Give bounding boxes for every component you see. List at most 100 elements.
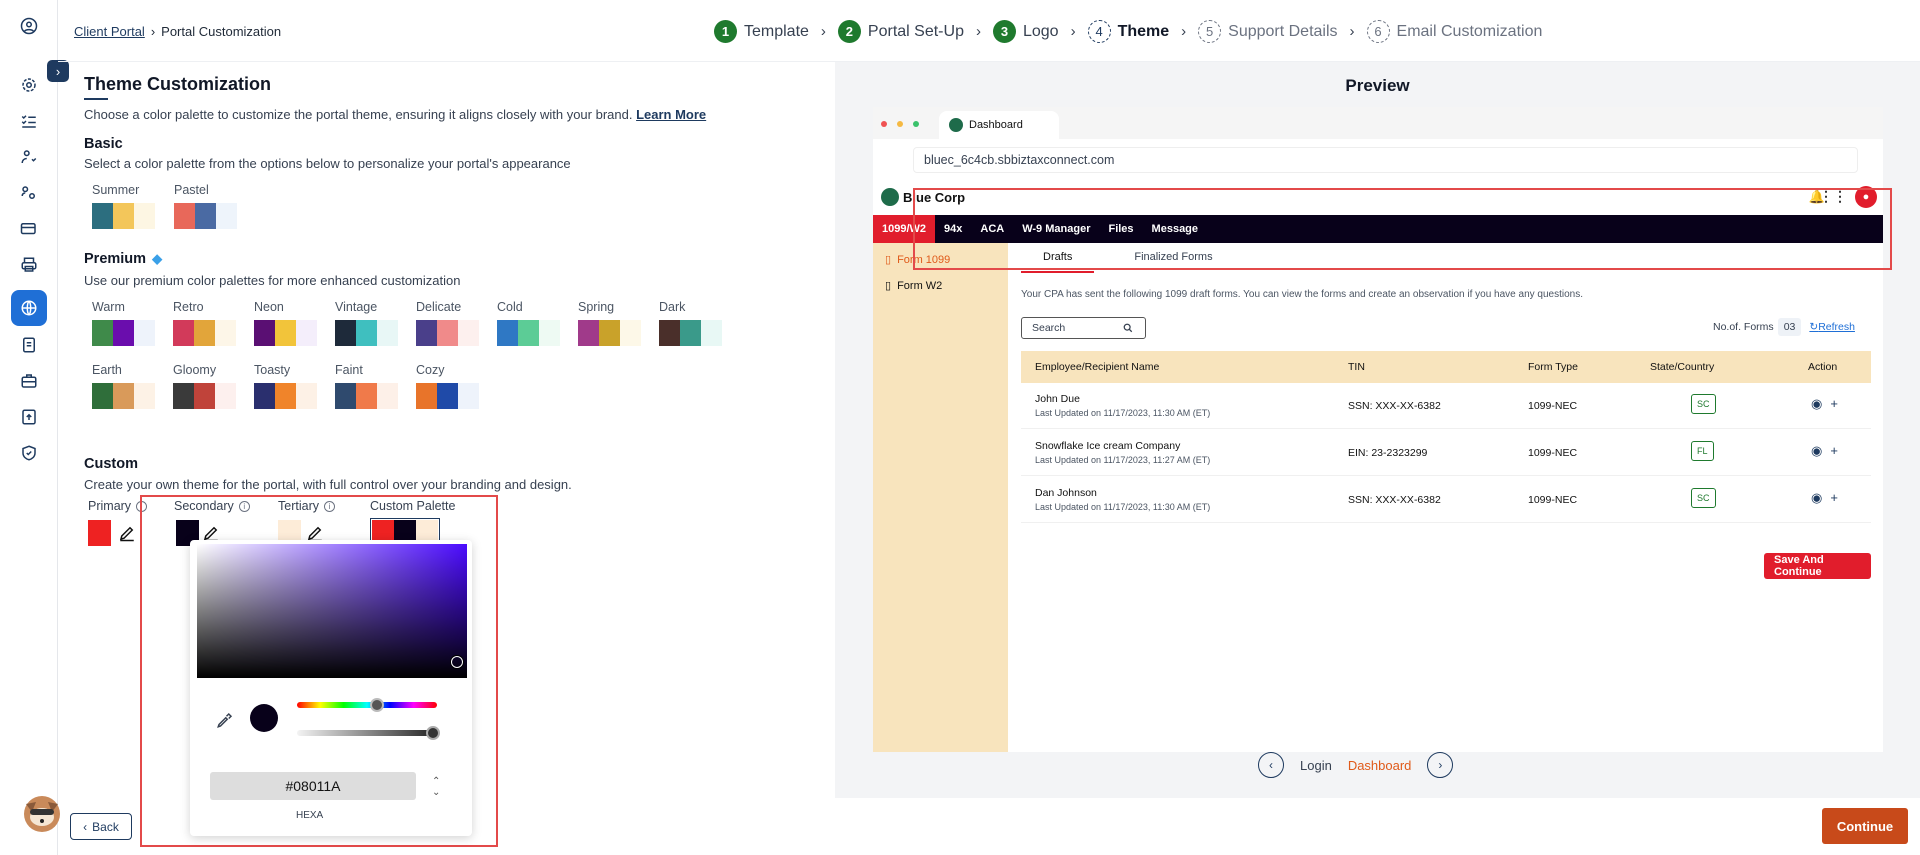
hue-slider[interactable] [297,702,437,708]
primary-label: Primary i [88,499,148,513]
file-icon: ▯ [885,254,892,266]
format-toggle-icon[interactable]: ⌃ ⌄ [432,776,440,798]
breadcrumb-client-portal[interactable]: Client Portal [74,24,145,39]
custom-title: Custom [84,456,138,472]
form-sidebar: ▯ Form 1099 ▯ Form W2 [873,243,1008,752]
step-number: 1 [714,20,737,43]
tin-cell: SSN: XXX-XX-6382 [1348,494,1441,506]
page-login[interactable]: Login [1300,758,1332,773]
palette-name: Cold [497,300,523,314]
eye-icon[interactable]: ◉ [1811,396,1822,412]
palette-retro[interactable]: Retro [173,300,236,346]
palette-swatches [416,320,479,346]
globe-icon[interactable] [11,290,47,326]
chevron-right-icon: › [1070,23,1076,40]
back-button[interactable]: ‹ Back [70,813,132,840]
checklist-icon[interactable] [17,109,41,133]
search-icon [1123,323,1133,333]
user-settings-icon[interactable] [17,145,41,169]
palette-earth[interactable]: Earth [92,363,155,409]
palette-vintage[interactable]: Vintage [335,300,398,346]
palette-spring[interactable]: Spring [578,300,641,346]
search-input[interactable]: Search [1021,317,1146,339]
palette-name: Summer [92,183,140,197]
step-5[interactable]: 5 Support Details [1198,20,1338,43]
palette-faint[interactable]: Faint [335,363,398,409]
preview-desc: Your CPA has sent the following 1099 dra… [1021,289,1584,300]
page-dashboard[interactable]: Dashboard [1348,758,1412,773]
saturation-handle[interactable] [451,656,463,668]
gear-icon[interactable] [17,73,41,97]
card-settings-icon[interactable] [17,217,41,241]
palette-swatches [174,203,237,229]
printer-icon[interactable] [17,253,41,277]
palette-summer[interactable]: Summer [92,183,155,229]
plus-icon[interactable]: + [1830,490,1838,506]
prev-page-button[interactable]: ‹ [1258,752,1284,778]
side-item-form-w2[interactable]: ▯ Form W2 [885,279,942,293]
color-picker[interactable]: #08011A ⌃ ⌄ HEXA [190,540,472,836]
step-2[interactable]: 2 Portal Set-Up [837,20,964,43]
continue-button[interactable]: Continue [1822,808,1908,844]
close-dot [881,121,887,127]
mascot-avatar[interactable] [20,790,64,834]
tab-strip: Dashboard [873,107,1883,139]
learn-more-link[interactable]: Learn More [636,107,706,122]
save-continue-button[interactable]: Save And Continue [1764,553,1871,579]
step-6[interactable]: 6 Email Customization [1366,20,1543,43]
alpha-slider[interactable] [297,730,437,736]
palette-cold[interactable]: Cold [497,300,560,346]
step-label: Logo [1022,22,1059,40]
palette-pastel[interactable]: Pastel [174,183,237,229]
form-type-cell: 1099-NEC [1528,447,1578,459]
premium-palettes: Warm Retro Neon Vintage Delicate Cold Spring Da… [84,300,824,420]
shield-check-icon[interactable] [17,441,41,465]
palette-toasty[interactable]: Toasty [254,363,317,409]
palette-dark[interactable]: Dark [659,300,722,346]
step-label: Portal Set-Up [867,22,964,40]
palette-warm[interactable]: Warm [92,300,155,346]
palette-neon[interactable]: Neon [254,300,317,346]
eyedropper-icon[interactable] [216,711,234,729]
format-label: HEXA [296,810,324,821]
eye-icon[interactable]: ◉ [1811,443,1822,459]
basic-title: Basic [84,136,123,152]
palette-name: Earth [92,363,122,377]
step-1[interactable]: 1 Template [714,20,809,43]
step-number: 4 [1087,20,1111,43]
step-label: Email Customization [1396,22,1543,40]
palette-name: Gloomy [173,363,217,377]
step-3[interactable]: 3 Logo [992,20,1059,43]
refresh-link[interactable]: ↻Refresh [1809,321,1855,333]
expand-sidebar-button[interactable]: › [47,60,69,82]
user-circle-icon[interactable] [17,14,41,38]
recipient-cell: John Due Last Updated on 11/17/2023, 11:3… [1035,393,1211,418]
step-label: Theme [1117,22,1170,40]
palette-cozy[interactable]: Cozy [416,363,479,409]
document-icon[interactable] [17,333,41,357]
eye-icon[interactable]: ◉ [1811,490,1822,506]
step-number: 6 [1366,20,1390,43]
palette-name: Warm [92,300,125,314]
forms-count: No.of. Forms 03 ↻Refresh [1713,318,1855,336]
users-gear-icon[interactable] [17,181,41,205]
step-number: 3 [992,20,1016,43]
next-page-button[interactable]: › [1427,752,1454,778]
hex-input[interactable]: #08011A [210,772,416,800]
step-4[interactable]: 4 Theme [1087,20,1170,43]
plus-icon[interactable]: + [1830,443,1838,459]
hue-handle[interactable] [369,698,384,712]
alpha-handle[interactable] [425,726,440,740]
step-label: Template [744,22,809,40]
palette-gloomy[interactable]: Gloomy [173,363,236,409]
tin-cell: EIN: 23-2323299 [1348,447,1428,459]
saturation-area[interactable] [197,544,467,678]
url-bar[interactable]: bluec_6c4cb.sbbiztaxconnect.com [913,147,1858,173]
briefcase-icon[interactable] [17,369,41,393]
primary-color-swatch[interactable] [88,520,111,546]
pencil-icon[interactable] [118,524,136,542]
palette-delicate[interactable]: Delicate [416,300,479,346]
browser-tab[interactable]: Dashboard [939,111,1059,139]
plus-icon[interactable]: + [1830,396,1838,412]
upload-file-icon[interactable] [17,405,41,429]
